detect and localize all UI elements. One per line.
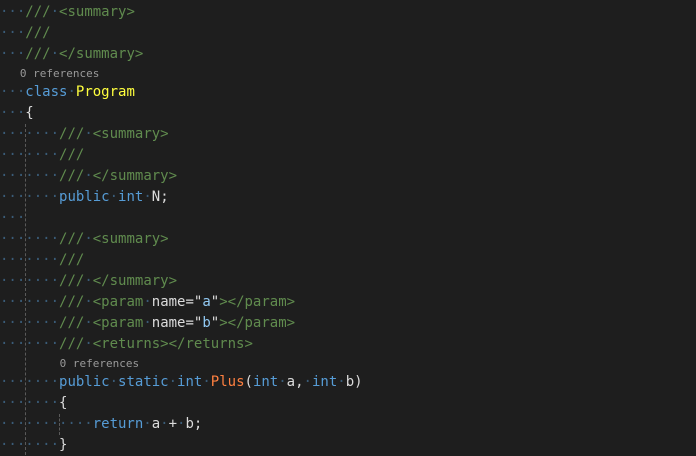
code-line: ·······///	[0, 252, 85, 268]
code-token: static	[118, 374, 169, 390]
code-token: Program	[75, 84, 135, 100]
code-token: ///	[59, 126, 85, 142]
code-editor[interactable]: ···///·<summary> ···///···///·</summary> …	[0, 0, 696, 455]
code-token: <param	[92, 294, 144, 310]
whitespace-marker: ·	[50, 4, 60, 20]
code-line: ·······///·<param·name="a"></param>	[0, 294, 296, 310]
code-token: return	[92, 416, 144, 432]
code-token: ///	[59, 294, 85, 310]
code-token: int	[177, 374, 203, 390]
code-line: ···········return·a·+·b;	[0, 416, 203, 432]
code-token: <summary>	[59, 4, 135, 20]
code-token: a	[151, 416, 161, 432]
whitespace-marker: ·	[160, 416, 169, 432]
whitespace-marker: ·	[202, 374, 211, 390]
code-token: +	[168, 416, 178, 432]
code-line: ···class·Program	[0, 84, 135, 100]
whitespace-marker: ·	[84, 273, 93, 289]
whitespace-marker: ·	[278, 374, 287, 390]
codelens-references: 0 references	[0, 65, 696, 82]
code-line: ···	[0, 210, 26, 226]
code-token: </summary>	[59, 46, 144, 62]
code-token: int	[311, 374, 338, 390]
code-token: ///	[25, 25, 51, 41]
code-token: }	[59, 437, 68, 453]
code-token: {	[59, 395, 68, 411]
codelens-references: 0 references	[0, 355, 696, 372]
code-token: <summary>	[92, 231, 169, 247]
code-token: int	[118, 189, 144, 205]
code-token: <returns></returns>	[92, 336, 253, 352]
code-token: <param	[92, 315, 144, 331]
code-token: "	[210, 315, 220, 331]
code-token: ///	[59, 231, 85, 247]
code-token: a,	[286, 374, 304, 390]
code-line: ·······public·int·N;	[0, 189, 169, 205]
code-line: ·······///·</summary>	[0, 273, 178, 289]
code-token: ///	[59, 315, 85, 331]
code-token: b)	[345, 374, 363, 390]
code-line: ···///	[0, 25, 51, 41]
code-token: </summary>	[92, 168, 178, 184]
whitespace-marker: ·	[84, 168, 93, 184]
code-token: <summary>	[92, 126, 169, 142]
code-token: public	[59, 189, 110, 205]
code-token: name="	[151, 294, 203, 310]
whitespace-marker: ·	[84, 315, 93, 331]
code-token: ></param>	[219, 294, 296, 310]
code-line: ···///·<summary>	[0, 4, 135, 20]
code-token: ///	[59, 273, 85, 289]
code-token: {	[25, 105, 34, 121]
code-token: ///	[59, 252, 85, 268]
code-line: ·······///·</summary>	[0, 168, 178, 184]
code-token: ///	[59, 168, 85, 184]
whitespace-marker: ·	[303, 374, 312, 390]
code-token: public	[59, 374, 110, 390]
whitespace-marker: ·	[50, 46, 60, 62]
code-token: ///	[59, 336, 85, 352]
code-token: a	[202, 294, 211, 310]
whitespace-marker: ·	[84, 336, 93, 352]
whitespace-marker: ·	[67, 84, 76, 100]
whitespace-marker: ·	[109, 374, 119, 390]
code-token: ></param>	[219, 315, 296, 331]
code-token: </summary>	[92, 273, 178, 289]
whitespace-marker: ·	[143, 189, 152, 205]
code-line: ·······///·<summary>	[0, 231, 169, 247]
code-token: name="	[151, 315, 203, 331]
code-token: "	[210, 294, 220, 310]
code-line: ·······///·<summary>	[0, 126, 169, 142]
code-token: (	[244, 374, 253, 390]
whitespace-marker: ·	[109, 189, 119, 205]
code-line: ·······{	[0, 395, 68, 411]
whitespace-marker: ·	[143, 416, 152, 432]
code-token: ///	[25, 46, 51, 62]
code-line: ···{	[0, 105, 34, 121]
codelens-text[interactable]: 0 references	[60, 357, 139, 370]
codelens-text[interactable]: 0 references	[20, 67, 99, 80]
code-token: b	[202, 315, 211, 331]
code-token: ///	[25, 4, 51, 20]
code-token: b;	[185, 416, 203, 432]
code-token: Plus	[210, 374, 245, 390]
code-line: ·······///·<returns></returns>	[0, 336, 253, 352]
whitespace-marker: ·	[84, 126, 93, 142]
whitespace-marker: ·	[168, 374, 178, 390]
whitespace-marker: ·	[84, 231, 93, 247]
whitespace-marker: ·	[143, 315, 152, 331]
code-token: N;	[151, 189, 169, 205]
whitespace-marker: ·	[143, 294, 152, 310]
code-token: int	[252, 374, 279, 390]
code-token: ///	[59, 147, 85, 163]
code-line: ···///·</summary>	[0, 46, 144, 62]
code-line: ·······}	[0, 437, 68, 453]
code-line: ·······public·static·int·Plus(int·a,·int…	[0, 374, 363, 390]
code-line: ·······///	[0, 147, 85, 163]
whitespace-marker: ·	[84, 294, 93, 310]
whitespace-marker: ·	[337, 374, 346, 390]
code-line: ·······///·<param·name="b"></param>	[0, 315, 296, 331]
code-token: class	[25, 84, 68, 100]
